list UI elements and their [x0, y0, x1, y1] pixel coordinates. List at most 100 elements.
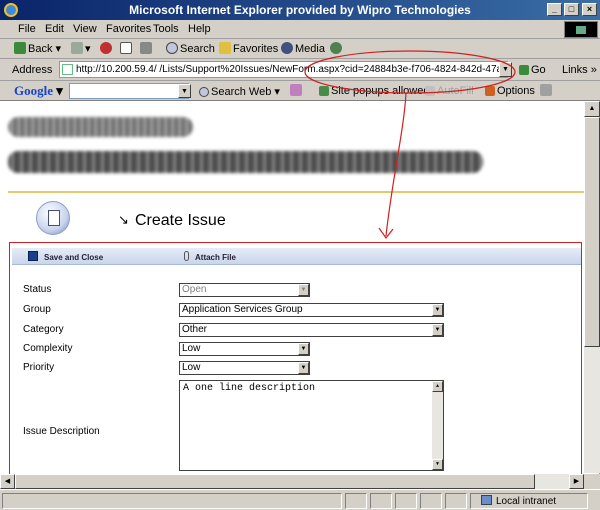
- search-icon: [166, 42, 178, 54]
- category-dropdown-arrow-icon: ▼: [432, 324, 443, 336]
- address-dropdown-button[interactable]: ▼: [499, 62, 512, 77]
- attach-file-label: Attach File: [195, 253, 236, 262]
- search-web-icon: [199, 87, 209, 97]
- media-button[interactable]: Media: [281, 42, 325, 55]
- home-icon: [140, 42, 152, 54]
- menu-view[interactable]: View: [73, 23, 97, 35]
- address-label: Address: [12, 64, 53, 76]
- horizontal-scroll-thumb[interactable]: [15, 474, 535, 489]
- search-button[interactable]: Search: [166, 42, 215, 55]
- description-scrollbar[interactable]: ▲ ▼: [432, 381, 443, 470]
- category-select[interactable]: Other ▼: [179, 323, 444, 337]
- address-url: http://10.200.59.4/ /Lists/Support%20Iss…: [76, 64, 508, 75]
- search-web-label: Search Web: [211, 86, 272, 98]
- scroll-up-icon[interactable]: ▲: [584, 101, 600, 117]
- scroll-corner: [584, 474, 600, 489]
- priority-select[interactable]: Low ▼: [179, 361, 310, 375]
- status-pane-4: [420, 493, 442, 509]
- page-title: Create Issue: [135, 212, 226, 229]
- status-select: Open ▼: [179, 283, 310, 297]
- category-value: Other: [182, 324, 208, 335]
- title-arrow-icon: ↘: [118, 212, 129, 227]
- issue-description-textarea[interactable]: A one line description ▲ ▼: [179, 380, 444, 471]
- page-horizontal-scrollbar[interactable]: ◀ ▶: [0, 474, 584, 489]
- options-label: Options: [497, 85, 535, 97]
- media-label: Media: [295, 43, 325, 55]
- page-vertical-scrollbar[interactable]: ▲ ▼: [584, 101, 600, 489]
- options-button[interactable]: Options: [485, 85, 535, 97]
- google-search-input[interactable]: [69, 83, 189, 99]
- google-logo[interactable]: Google ▾: [14, 83, 63, 99]
- description-scroll-up-icon[interactable]: ▲: [432, 381, 443, 392]
- complexity-label: Complexity: [23, 343, 73, 354]
- google-logo-text: Google: [14, 83, 53, 98]
- group-select[interactable]: Application Services Group ▼: [179, 303, 444, 317]
- scroll-left-icon[interactable]: ◀: [0, 474, 15, 489]
- menu-edit[interactable]: Edit: [45, 23, 64, 35]
- status-dropdown-arrow-icon: ▼: [298, 284, 309, 296]
- group-value: Application Services Group: [182, 304, 303, 315]
- description-scroll-down-icon[interactable]: ▼: [432, 459, 443, 470]
- favorites-button[interactable]: Favorites: [219, 42, 278, 55]
- maximize-button[interactable]: □: [564, 3, 579, 16]
- save-and-close-label: Save and Close: [44, 253, 104, 262]
- history-button[interactable]: [330, 42, 344, 55]
- group-dropdown-arrow-icon: ▼: [432, 304, 443, 316]
- favorites-label: Favorites: [233, 43, 279, 55]
- save-and-close-button[interactable]: Save and Close: [28, 251, 103, 262]
- autofill-button[interactable]: AutoFill: [425, 85, 474, 97]
- search-web-button[interactable]: Search Web ▾: [199, 85, 280, 98]
- autofill-icon: [425, 86, 435, 96]
- menu-file[interactable]: File: [18, 23, 36, 35]
- address-bar: Address http://10.200.59.4/ /Lists/Suppo…: [0, 59, 600, 81]
- highlight-button[interactable]: [540, 84, 554, 97]
- favorites-icon: [219, 42, 231, 54]
- popup-blocker-button[interactable]: Site popups allowed: [319, 85, 429, 97]
- group-label: Group: [23, 304, 51, 315]
- stop-button[interactable]: [100, 42, 114, 55]
- attach-file-button[interactable]: Attach File: [184, 251, 236, 262]
- header-divider: [8, 191, 584, 193]
- redacted-header-text: [8, 117, 193, 137]
- media-icon: [281, 42, 293, 54]
- links-button[interactable]: Links »: [562, 64, 597, 76]
- windows-logo-icon: [564, 21, 598, 38]
- options-icon: [485, 86, 495, 96]
- go-button[interactable]: Go: [519, 64, 546, 76]
- menu-help[interactable]: Help: [188, 23, 211, 35]
- back-button[interactable]: Back ▾: [14, 42, 61, 55]
- standard-toolbar: Back ▾ ▾ Search Favorites Media: [0, 39, 600, 59]
- page-info-button[interactable]: [290, 84, 304, 97]
- close-button[interactable]: ×: [582, 3, 597, 16]
- back-label: Back: [28, 43, 53, 55]
- history-icon: [330, 42, 342, 54]
- scroll-right-icon[interactable]: ▶: [569, 474, 584, 489]
- page-icon: [62, 64, 73, 75]
- status-value: Open: [182, 284, 207, 295]
- redacted-banner: [8, 151, 483, 173]
- forward-button[interactable]: ▾: [71, 42, 91, 55]
- menu-tools[interactable]: Tools: [153, 23, 179, 35]
- window-title-bar: Microsoft Internet Explorer provided by …: [0, 0, 600, 20]
- category-label: Category: [23, 324, 64, 335]
- paperclip-icon: [184, 251, 189, 261]
- address-input[interactable]: http://10.200.59.4/ /Lists/Support%20Iss…: [59, 61, 508, 78]
- complexity-select[interactable]: Low ▼: [179, 342, 310, 356]
- google-search-dropdown[interactable]: ▼: [178, 84, 191, 98]
- back-arrow-icon: [14, 42, 26, 54]
- page-content: ↘ Create Issue Save and Close Attach Fil…: [0, 101, 584, 489]
- status-pane-1: [345, 493, 367, 509]
- scroll-thumb[interactable]: [584, 117, 600, 347]
- menu-favorites[interactable]: Favorites: [106, 23, 151, 35]
- search-label: Search: [180, 43, 215, 55]
- home-button[interactable]: [140, 42, 154, 55]
- status-pane-3: [395, 493, 417, 509]
- issue-description-value: A one line description: [183, 383, 316, 394]
- status-message-pane: [2, 493, 342, 509]
- minimize-button[interactable]: _: [547, 3, 562, 16]
- forward-arrow-icon: [71, 42, 83, 54]
- refresh-button[interactable]: [120, 42, 134, 55]
- stop-icon: [100, 42, 112, 54]
- status-label: Status: [23, 284, 52, 295]
- window-title: Microsoft Internet Explorer provided by …: [129, 3, 471, 17]
